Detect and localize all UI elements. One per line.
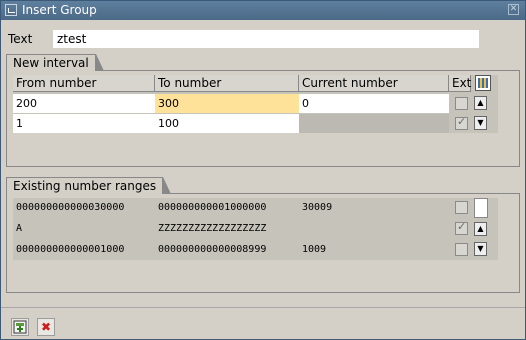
existing-row-2-current xyxy=(299,219,449,238)
new-interval-table: From number To number Current number Ext… xyxy=(13,75,498,133)
existing-row-1-current: 30009 xyxy=(302,202,333,213)
insert-group-dialog: Insert Group ✕ Text ztest New interval F… xyxy=(0,0,526,340)
existing-row-2-ext-checkbox[interactable] xyxy=(455,220,468,235)
new-row-1-current[interactable]: 0 xyxy=(299,94,449,113)
new-row-2-from[interactable]: 1 xyxy=(13,114,155,133)
new-row-1-from[interactable]: 200 xyxy=(13,94,155,113)
existing-ranges-table: 000000000000030000 000000000001000000 30… xyxy=(13,198,498,260)
scroll-thumb[interactable] xyxy=(474,198,488,218)
existing-row-1-to: 000000000001000000 xyxy=(158,202,267,213)
scroll-down-icon[interactable]: ▼ xyxy=(474,116,487,130)
existing-row-1-ext-checkbox[interactable] xyxy=(455,201,468,214)
col-current-number[interactable]: Current number xyxy=(299,75,449,92)
new-row-2-current xyxy=(299,114,449,133)
existing-row-3-ext-checkbox[interactable] xyxy=(455,243,468,256)
col-to-number[interactable]: To number xyxy=(155,75,299,92)
existing-row-2-from: A xyxy=(16,223,23,234)
text-input[interactable]: ztest xyxy=(53,30,479,48)
new-row-2-ext-checkbox[interactable] xyxy=(455,115,468,130)
new-row-1-ext-checkbox[interactable] xyxy=(455,97,468,110)
existing-row-2-to: ZZZZZZZZZZZZZZZZZZ xyxy=(158,223,267,234)
new-interval-title: New interval xyxy=(6,54,104,71)
new-interval-group: New interval From number To number Curre… xyxy=(6,54,520,167)
existing-row-3-to: 000000000000008999 xyxy=(158,244,267,255)
new-row-2-to[interactable]: 100 xyxy=(155,114,299,133)
col-ext[interactable]: Ext xyxy=(449,75,471,92)
window-icon xyxy=(5,4,17,16)
close-icon[interactable]: ✕ xyxy=(508,4,519,15)
cancel-icon[interactable]: ✖ xyxy=(37,318,55,336)
existing-row-3-current: 1009 xyxy=(302,244,327,255)
text-label: Text xyxy=(8,32,33,46)
scroll-down-icon[interactable]: ▼ xyxy=(474,242,487,256)
scroll-up-icon[interactable]: ▲ xyxy=(474,222,487,236)
column-settings-icon[interactable] xyxy=(475,75,491,91)
col-from-number[interactable]: From number xyxy=(13,75,155,92)
save-icon[interactable] xyxy=(11,318,29,336)
scroll-up-icon[interactable]: ▲ xyxy=(474,96,487,110)
existing-row-1-from: 000000000000030000 xyxy=(16,202,125,213)
bottom-toolbar: ✖ xyxy=(1,307,525,340)
title-bar: Insert Group ✕ xyxy=(1,1,525,20)
existing-ranges-title: Existing number ranges xyxy=(6,177,172,194)
new-row-1-to[interactable]: 300 xyxy=(155,94,299,113)
window-title: Insert Group xyxy=(22,3,97,17)
existing-ranges-group: Existing number ranges 00000000000003000… xyxy=(6,177,520,293)
existing-row-3-from: 000000000000001000 xyxy=(16,244,125,255)
